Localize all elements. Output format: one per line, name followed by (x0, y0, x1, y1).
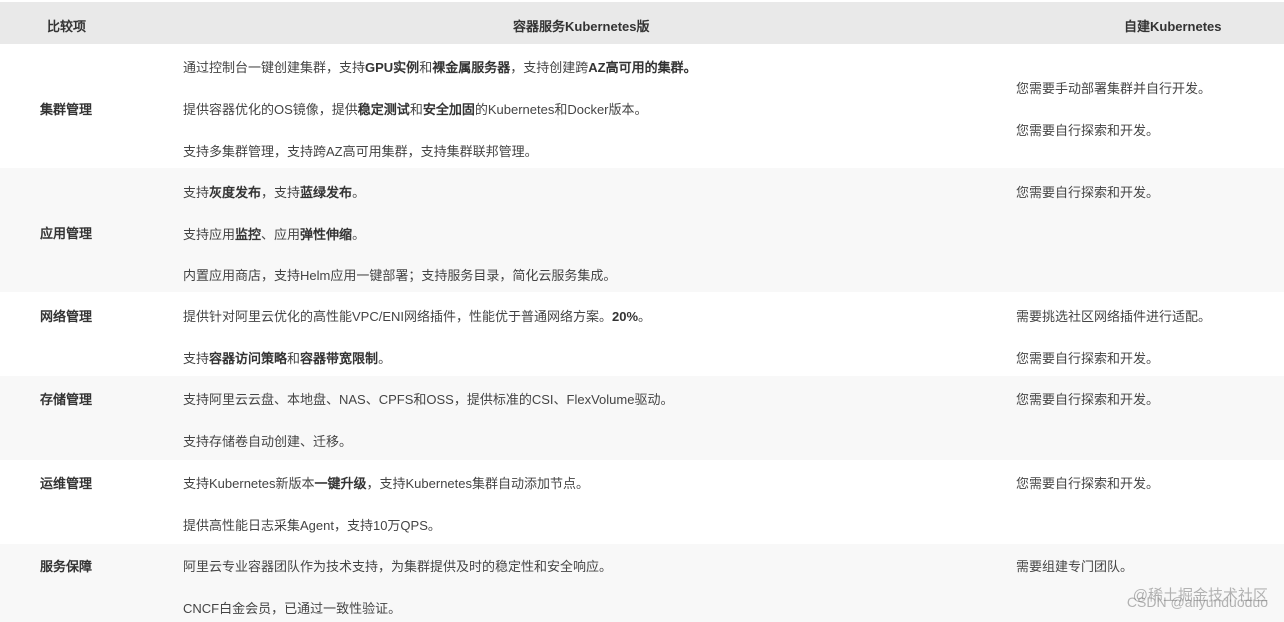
row-detail-line: 内置应用商店，支持Helm应用一键部署；支持服务目录，简化云服务集成。 (183, 265, 616, 284)
row-label: 服务保障 (40, 559, 93, 574)
plain-text: 、应用 (261, 227, 301, 242)
row-detail-line: 提供高性能日志采集Agent，支持10万QPS。 (183, 515, 441, 534)
self-built-note: 需要挑选社区网络插件进行适配。 (1016, 309, 1212, 324)
plain-text: 和 (287, 351, 301, 366)
plain-text: 和 (419, 60, 433, 75)
row-label: 应用管理 (40, 226, 93, 241)
self-built-note: 您需要手动部署集群并自行开发。 (1016, 81, 1212, 96)
row-detail-line: 支持Kubernetes新版本一键升级，支持Kubernetes集群自动添加节点… (183, 473, 589, 492)
row-detail-line: 支持阿里云云盘、本地盘、NAS、CPFS和OSS，提供标准的CSI、FlexVo… (183, 389, 673, 408)
self-built-note: 需要组建专门团队。 (1016, 559, 1134, 574)
row-label: 运维管理 (40, 476, 93, 491)
highlighted-text: 蓝绿发布 (300, 185, 353, 200)
row-label: 网络管理 (40, 309, 93, 324)
row-detail-line: 提供针对阿里云优化的高性能VPC/ENI网络插件，性能优于普通网络方案。20%。 (183, 306, 651, 325)
plain-text: 通过控制台一键创建集群，支持 (183, 60, 366, 75)
plain-text: 支持Kubernetes新版本 (183, 476, 315, 491)
plain-text: 提供容器优化的OS镜像，提供 (183, 102, 358, 117)
header-compare-item: 比较项 (47, 19, 87, 34)
plain-text: 提供针对阿里云优化的高性能VPC/ENI网络插件，性能优于普通网络方案。 (183, 309, 613, 324)
plain-text: 支持阿里云云盘、本地盘、NAS、CPFS和OSS，提供标准的CSI、FlexVo… (183, 392, 674, 407)
self-built-note: 您需要自行探索和开发。 (1016, 185, 1160, 200)
table-row-network-management: 网络管理 提供针对阿里云优化的高性能VPC/ENI网络插件，性能优于普通网络方案… (0, 292, 1284, 376)
plain-text: 内置应用商店，支持Helm应用一键部署；支持服务目录，简化云服务集成。 (183, 268, 617, 283)
plain-text: ，支持创建跨 (510, 60, 589, 75)
row-detail-line: 阿里云专业容器团队作为技术支持，为集群提供及时的稳定性和安全响应。 (183, 556, 612, 575)
table-header: 比较项 容器服务Kubernetes版 自建Kubernetes (0, 2, 1284, 44)
table-row-service-guarantee: 服务保障 阿里云专业容器团队作为技术支持，为集群提供及时的稳定性和安全响应。 C… (0, 544, 1284, 622)
highlighted-text: 稳定测试 (357, 102, 410, 117)
highlighted-text: 一键升级 (314, 476, 367, 491)
csdn-watermark: CSDN @aliyunduoduo (1126, 594, 1268, 610)
row-detail-line: 支持应用监控、应用弹性伸缩。 (183, 224, 365, 243)
plain-text: 支持存储卷自动创建、迁移。 (183, 434, 353, 449)
plain-text: 和 (409, 102, 423, 117)
plain-text: 支持多集群管理，支持跨AZ高可用集群，支持集群联邦管理。 (183, 144, 538, 159)
highlighted-text: 安全加固 (422, 102, 475, 117)
table-row-application-management: 应用管理 支持灰度发布，支持蓝绿发布。 支持应用监控、应用弹性伸缩。 内置应用商… (0, 168, 1284, 292)
row-detail-line: 支持灰度发布，支持蓝绿发布。 (183, 182, 365, 201)
header-self-built-kubernetes: 自建Kubernetes (1124, 19, 1222, 34)
plain-text: 。 (352, 227, 366, 242)
highlighted-text: GPU实例 (365, 60, 420, 75)
highlighted-text: 容器带宽限制 (300, 351, 379, 366)
row-detail-line: 通过控制台一键创建集群，支持GPU实例和裸金属服务器，支持创建跨AZ高可用的集群… (183, 57, 697, 76)
plain-text: 阿里云专业容器团队作为技术支持，为集群提供及时的稳定性和安全响应。 (183, 559, 613, 574)
plain-text: 支持 (183, 185, 210, 200)
plain-text: 支持应用 (183, 227, 236, 242)
plain-text: CNCF白金会员，已通过一致性验证。 (183, 601, 402, 616)
plain-text: ，支持 (261, 185, 301, 200)
plain-text: 的Kubernetes和Docker版本。 (474, 102, 648, 117)
highlighted-text: 裸金属服务器 (432, 60, 511, 75)
row-detail-line: CNCF白金会员，已通过一致性验证。 (183, 598, 401, 617)
plain-text: ，支持Kubernetes集群自动添加节点。 (366, 476, 590, 491)
self-built-note: 您需要自行探索和开发。 (1016, 476, 1160, 491)
highlighted-text: 20% (612, 309, 639, 324)
plain-text: 提供高性能日志采集Agent，支持10万QPS。 (183, 518, 441, 533)
row-detail-line: 支持多集群管理，支持跨AZ高可用集群，支持集群联邦管理。 (183, 141, 538, 160)
highlighted-text: 容器访问策略 (209, 351, 288, 366)
plain-text: 。 (378, 351, 392, 366)
row-detail-line: 提供容器优化的OS镜像，提供稳定测试和安全加固的Kubernetes和Docke… (183, 99, 648, 118)
highlighted-text: 弹性伸缩 (300, 227, 353, 242)
self-built-note: 您需要自行探索和开发。 (1016, 392, 1160, 407)
highlighted-text: 灰度发布 (209, 185, 262, 200)
plain-text: 。 (352, 185, 366, 200)
self-built-note: 您需要自行探索和开发。 (1016, 351, 1160, 366)
row-detail-line: 支持容器访问策略和容器带宽限制。 (183, 348, 391, 367)
self-built-note: 您需要自行探索和开发。 (1016, 123, 1160, 138)
table-row-operations-management: 运维管理 支持Kubernetes新版本一键升级，支持Kubernetes集群自… (0, 460, 1284, 544)
highlighted-text: AZ高可用的集群。 (588, 60, 697, 75)
row-detail-line: 支持存储卷自动创建、迁移。 (183, 431, 352, 450)
row-label: 存储管理 (40, 392, 93, 407)
plain-text: 支持 (183, 351, 210, 366)
table-row-cluster-management: 集群管理 通过控制台一键创建集群，支持GPU实例和裸金属服务器，支持创建跨AZ高… (0, 44, 1284, 168)
table-row-storage-management: 存储管理 支持阿里云云盘、本地盘、NAS、CPFS和OSS，提供标准的CSI、F… (0, 376, 1284, 460)
row-label: 集群管理 (40, 102, 93, 117)
highlighted-text: 监控 (235, 227, 262, 242)
plain-text: 。 (638, 309, 652, 324)
header-managed-kubernetes: 容器服务Kubernetes版 (513, 19, 650, 34)
